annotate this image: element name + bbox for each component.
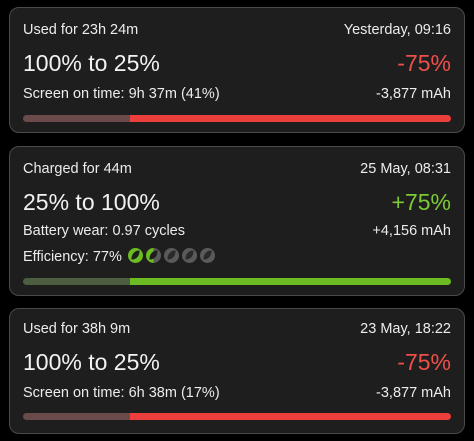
card-detail-row: Battery wear: 0.97 cycles +4,156 mAh <box>23 223 451 239</box>
leaf-empty-icon <box>181 248 197 263</box>
charge-card[interactable]: Charged for 44m 25 May, 08:31 25% to 100… <box>9 146 465 296</box>
card-header: Used for 38h 9m 23 May, 18:22 <box>23 321 451 337</box>
leaf-full-icon <box>127 248 143 263</box>
leaf-half-icon <box>145 248 161 263</box>
efficiency-row: Efficiency: 77% <box>23 248 451 265</box>
screen-on-time: Screen on time: 6h 38m (17%) <box>23 385 220 401</box>
battery-level-bar <box>23 278 451 285</box>
percent-delta: +75% <box>391 189 451 215</box>
bar-segment-used <box>130 115 451 122</box>
mah-change: -3,877 mAh <box>376 86 451 102</box>
bar-segment-used <box>130 413 451 420</box>
bar-segment-charged <box>130 278 451 285</box>
card-range-row: 100% to 25% -75% <box>23 349 451 376</box>
leaf-empty-icon <box>163 248 179 263</box>
card-range-row: 25% to 100% +75% <box>23 189 451 216</box>
card-range-row: 100% to 25% -75% <box>23 50 451 77</box>
percent-range: 100% to 25% <box>23 349 160 375</box>
battery-level-bar <box>23 413 451 420</box>
battery-wear: Battery wear: 0.97 cycles <box>23 223 185 239</box>
card-detail-row: Screen on time: 6h 38m (17%) -3,877 mAh <box>23 385 451 401</box>
leaf-empty-icon <box>199 248 215 263</box>
screen-on-time: Screen on time: 9h 37m (41%) <box>23 86 220 102</box>
efficiency-rating <box>127 248 215 263</box>
percent-range: 25% to 100% <box>23 189 160 215</box>
timestamp: 23 May, 18:22 <box>360 321 451 337</box>
card-header: Charged for 44m 25 May, 08:31 <box>23 161 451 177</box>
timestamp: 25 May, 08:31 <box>360 161 451 177</box>
battery-level-bar <box>23 115 451 122</box>
discharge-card-1[interactable]: Used for 23h 24m Yesterday, 09:16 100% t… <box>9 7 465 133</box>
mah-change: +4,156 mAh <box>372 223 451 239</box>
mah-change: -3,877 mAh <box>376 385 451 401</box>
efficiency-label: Efficiency: 77% <box>23 249 122 265</box>
bar-segment-start <box>23 278 130 285</box>
card-detail-row: Screen on time: 9h 37m (41%) -3,877 mAh <box>23 86 451 102</box>
discharge-card-2[interactable]: Used for 38h 9m 23 May, 18:22 100% to 25… <box>9 308 465 434</box>
usage-duration: Used for 38h 9m <box>23 321 131 337</box>
percent-delta: -75% <box>397 50 451 76</box>
card-header: Used for 23h 24m Yesterday, 09:16 <box>23 22 451 38</box>
bar-segment-empty <box>23 413 130 420</box>
usage-duration: Used for 23h 24m <box>23 22 139 38</box>
percent-delta: -75% <box>397 349 451 375</box>
percent-range: 100% to 25% <box>23 50 160 76</box>
charge-duration: Charged for 44m <box>23 161 132 177</box>
timestamp: Yesterday, 09:16 <box>343 22 451 38</box>
bar-segment-empty <box>23 115 130 122</box>
